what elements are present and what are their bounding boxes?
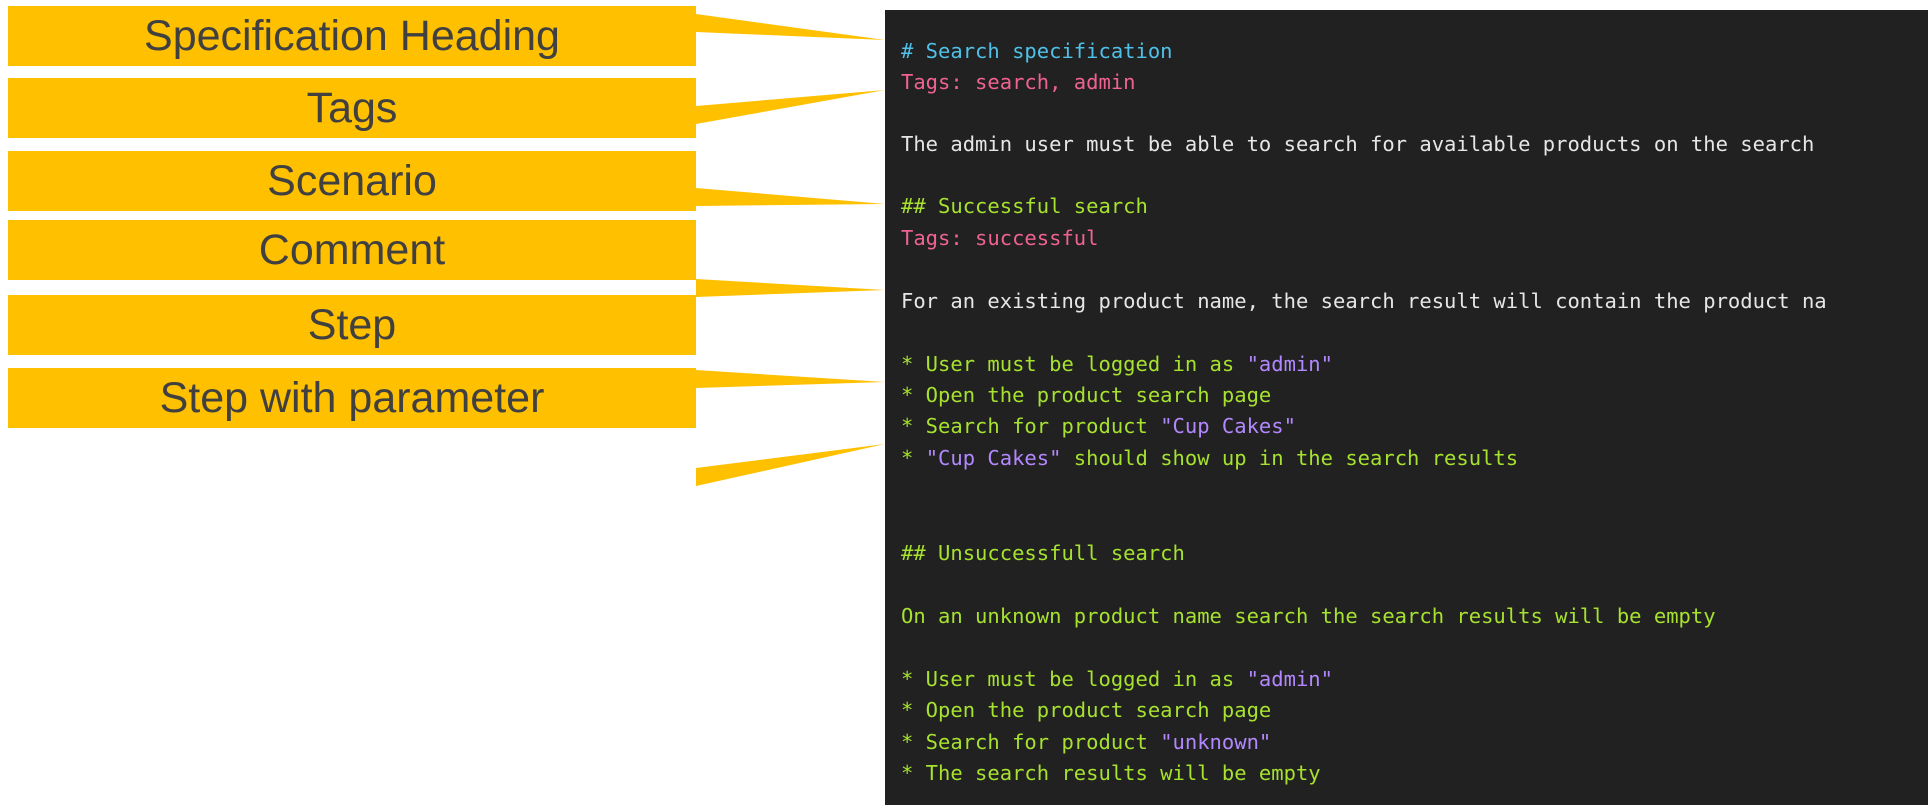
step-line: * "Cup Cakes" should show up in the sear…	[901, 444, 1518, 472]
scenario-comment: For an existing product name, the search…	[901, 289, 1827, 313]
step-parameter: "admin"	[1246, 352, 1333, 376]
label-step: Step	[8, 295, 696, 355]
spec-heading: # Search specification	[901, 39, 1173, 63]
step-text: * Open the product search page	[901, 698, 1272, 722]
scenario-heading: ## Successful search	[901, 194, 1148, 218]
step-text: should show up in the search results	[1061, 446, 1519, 470]
scenario-tags: Tags: successful	[901, 226, 1099, 250]
label-scenario: Scenario	[8, 151, 696, 211]
scenario-heading: ## Unsuccessfull search	[901, 541, 1185, 565]
step-parameter: "unknown"	[1160, 730, 1272, 754]
step-parameter: "Cup Cakes"	[1160, 414, 1296, 438]
label-specification-heading: Specification Heading	[8, 6, 696, 66]
step-text: * Search for product	[901, 730, 1161, 754]
label-step-with-parameter: Step with parameter	[8, 368, 696, 428]
step-text: * Open the product search page	[901, 383, 1272, 407]
pointer-specification-heading	[696, 14, 885, 40]
step-line: * Open the product search page	[901, 381, 1271, 409]
step-line: * Open the product search page	[901, 696, 1271, 724]
step-text: * Search for product	[901, 414, 1161, 438]
step-text: * User must be logged in as	[901, 352, 1247, 376]
pointer-step-with-parameter	[696, 444, 885, 486]
spec-tags: Tags: search, admin	[901, 70, 1136, 94]
step-parameter: "admin"	[1246, 667, 1333, 691]
pointer-step	[696, 370, 885, 388]
label-tags: Tags	[8, 78, 696, 138]
step-text: *	[901, 446, 926, 470]
pointer-tags	[696, 90, 885, 124]
step-parameter: "Cup Cakes"	[925, 446, 1062, 470]
pointer-scenario	[696, 188, 885, 206]
step-line: * The search results will be empty	[901, 759, 1321, 787]
step-line: * Search for product "Cup Cakes"	[901, 412, 1296, 440]
step-line: * User must be logged in as "admin"	[901, 665, 1333, 693]
step-text: * User must be logged in as	[901, 667, 1247, 691]
scenario-comment: On an unknown product name search the se…	[901, 604, 1716, 628]
step-text: * The search results will be empty	[901, 761, 1321, 785]
step-line: * Search for product "unknown"	[901, 728, 1271, 756]
spec-description: The admin user must be able to search fo…	[901, 132, 1815, 156]
code-editor: # Search specification Tags: search, adm…	[885, 10, 1928, 805]
pointer-comment	[696, 279, 885, 297]
label-comment: Comment	[8, 220, 696, 280]
step-line: * User must be logged in as "admin"	[901, 350, 1333, 378]
